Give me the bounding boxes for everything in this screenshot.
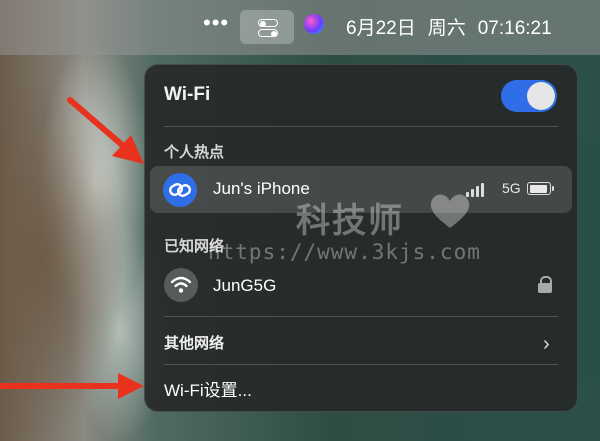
clock-weekday: 周六 — [427, 18, 466, 39]
watermark-url: https://www.3kjs.com — [208, 240, 481, 264]
clock-date: 6月22日 — [346, 18, 416, 39]
battery-icon — [527, 182, 554, 195]
wifi-toggle-thumb — [527, 82, 555, 110]
more-menu-extras-icon[interactable]: ••• — [203, 12, 229, 34]
link-chain-icon — [163, 173, 197, 207]
hotspot-band: 5G — [502, 180, 521, 196]
control-center-icon[interactable] — [240, 10, 294, 44]
siri-icon[interactable] — [304, 14, 324, 34]
lock-icon — [538, 276, 552, 293]
other-networks-label: 其他网络 — [164, 335, 225, 352]
divider — [164, 126, 558, 127]
divider — [164, 364, 558, 365]
wifi-settings-link[interactable]: Wi-Fi设置... — [164, 376, 252, 401]
known-network-item-jung5g[interactable]: JunG5G — [145, 266, 577, 308]
menu-bar: ••• 6月22日 周六 07:16:21 — [0, 0, 600, 55]
wifi-toggle[interactable] — [501, 80, 557, 112]
menu-bar-clock[interactable]: 6月22日 周六 07:16:21 — [346, 13, 564, 40]
watermark-title: 科技师 — [296, 202, 404, 240]
chevron-right-icon[interactable]: › — [543, 333, 550, 356]
divider — [164, 316, 558, 317]
heart-watermark-icon — [430, 194, 470, 228]
clock-time: 07:16:21 — [477, 18, 552, 39]
known-network-name: JunG5G — [213, 276, 277, 295]
wifi-icon — [164, 268, 198, 302]
other-networks-item[interactable]: 其他网络 — [145, 324, 577, 358]
wifi-panel-title: Wi-Fi — [164, 84, 211, 105]
personal-hotspot-label: 个人热点 — [164, 144, 225, 161]
